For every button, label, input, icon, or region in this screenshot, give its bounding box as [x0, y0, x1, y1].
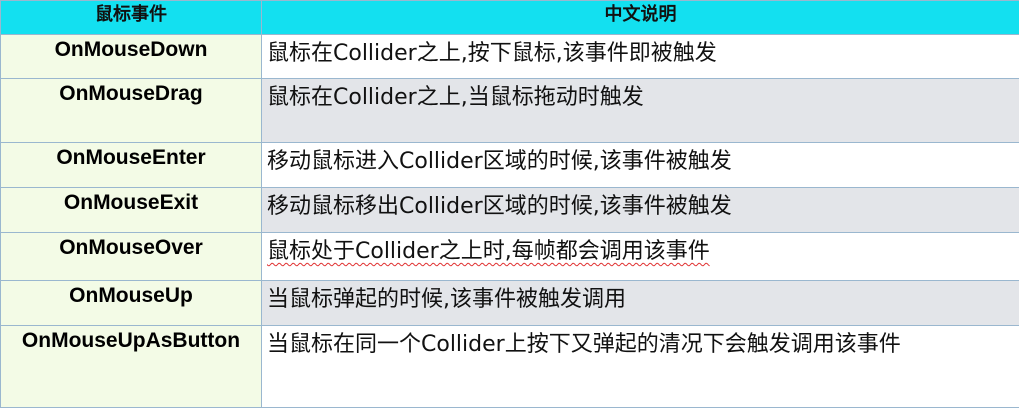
event-name-cell[interactable]: OnMouseDown: [0, 34, 262, 79]
event-description-cell[interactable]: 鼠标处于Collider之上时,每帧都会调用该事件: [261, 232, 1019, 281]
table-row: OnMouseExit 移动鼠标移出Collider区域的时候,该事件被触发: [0, 187, 1019, 233]
table-row: OnMouseEnter 移动鼠标进入Collider区域的时候,该事件被触发: [0, 142, 1019, 188]
spellcheck-underlined-text: 鼠标处于Collider之上时,每帧都会调用该事件: [267, 239, 710, 264]
event-name-cell[interactable]: OnMouseOver: [0, 232, 262, 281]
event-description-cell[interactable]: 当鼠标在同一个Collider上按下又弹起的清况下会触发调用该事件: [261, 325, 1019, 408]
event-name-cell[interactable]: OnMouseExit: [0, 187, 262, 233]
event-name-cell[interactable]: OnMouseDrag: [0, 78, 262, 143]
header-event: 鼠标事件: [0, 0, 262, 35]
table-row: OnMouseDown 鼠标在Collider之上,按下鼠标,该事件即被触发: [0, 34, 1019, 79]
event-name-cell[interactable]: OnMouseUp: [0, 280, 262, 326]
table-row: OnMouseUpAsButton 当鼠标在同一个Collider上按下又弹起的…: [0, 325, 1019, 408]
header-description: 中文说明: [261, 0, 1019, 35]
event-name-cell[interactable]: OnMouseUpAsButton: [0, 325, 262, 408]
event-description-cell[interactable]: 移动鼠标进入Collider区域的时候,该事件被触发: [261, 142, 1019, 188]
event-description-cell[interactable]: 鼠标在Collider之上,当鼠标拖动时触发: [261, 78, 1019, 143]
event-name-cell[interactable]: OnMouseEnter: [0, 142, 262, 188]
table-row: OnMouseUp 当鼠标弹起的时候,该事件被触发调用: [0, 280, 1019, 326]
table-row: OnMouseDrag 鼠标在Collider之上,当鼠标拖动时触发: [0, 78, 1019, 143]
event-description-cell[interactable]: 移动鼠标移出Collider区域的时候,该事件被触发: [261, 187, 1019, 233]
mouse-events-table: 鼠标事件 中文说明 OnMouseDown 鼠标在Collider之上,按下鼠标…: [0, 0, 1019, 408]
event-description-cell[interactable]: 当鼠标弹起的时候,该事件被触发调用: [261, 280, 1019, 326]
header-row: 鼠标事件 中文说明: [0, 0, 1019, 35]
event-description-cell[interactable]: 鼠标在Collider之上,按下鼠标,该事件即被触发: [261, 34, 1019, 79]
table-row: OnMouseOver 鼠标处于Collider之上时,每帧都会调用该事件: [0, 232, 1019, 281]
